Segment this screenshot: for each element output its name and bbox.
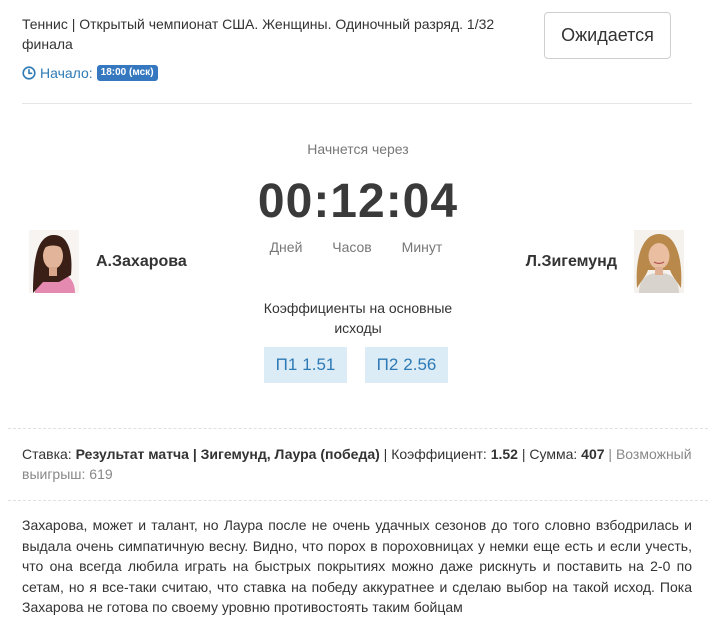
divider-top [8, 428, 708, 429]
odd-value-p1: 1.51 [302, 355, 336, 374]
odds-title-text: Коэффициенты на основные исходы [263, 300, 453, 336]
odds-title: Коэффициенты на основные исходы [0, 298, 716, 338]
status-button[interactable]: Ожидается [544, 12, 671, 59]
countdown-label: Начнется через [307, 141, 409, 157]
analysis-text: Захарова, может и талант, но Лаура после… [22, 517, 692, 615]
unit-hours: Часов [332, 239, 372, 255]
countdown-timer: 00:12:04 [257, 175, 459, 228]
stake-label: Ставка: [22, 446, 72, 462]
event-title: Теннис | Открытый чемпионат США. Женщины… [22, 16, 495, 52]
event-header: Теннис | Открытый чемпионат США. Женщины… [22, 12, 692, 104]
player-away-name: Л.Зигемунд [525, 252, 617, 270]
odd-button-p2[interactable]: П2 2.56 [365, 347, 448, 383]
unit-minutes: Минут [401, 239, 443, 255]
divider-middle [8, 500, 708, 501]
stake-value: Результат матча | Зигемунд, Лаура (побед… [75, 446, 380, 462]
player-away: Л.Зигемунд [526, 230, 684, 293]
odds-row: П1 1.51 П2 2.56 [264, 347, 448, 383]
player-home-name: А.Захарова [96, 252, 187, 270]
clock-icon [22, 66, 36, 80]
sum-label: Сумма: [529, 446, 578, 462]
sep-2: | [521, 446, 526, 462]
coef-label: Коэффициент: [391, 446, 487, 462]
odd-button-p1[interactable]: П1 1.51 [264, 347, 347, 383]
sum-value: 407 [581, 446, 605, 462]
sep-1: | [383, 446, 388, 462]
odd-label-p1: П1 [275, 355, 298, 374]
player-home-avatar [29, 230, 79, 293]
start-time-badge: 18:00 (мск) [96, 65, 158, 81]
unit-days: Дней [269, 239, 303, 255]
start-time-row: Начало: 18:00 (мск) [22, 65, 158, 81]
odd-label-p2: П2 [376, 355, 399, 374]
player-home: А.Захарова [29, 230, 187, 293]
sep-3: | [608, 446, 613, 462]
win-value: 619 [89, 466, 113, 482]
odd-value-p2: 2.56 [403, 355, 437, 374]
coef-value: 1.52 [490, 446, 518, 462]
start-label: Начало: [40, 65, 93, 81]
player-away-avatar [634, 230, 684, 293]
bet-summary: Ставка: Результат матча | Зигемунд, Лаур… [22, 444, 697, 484]
